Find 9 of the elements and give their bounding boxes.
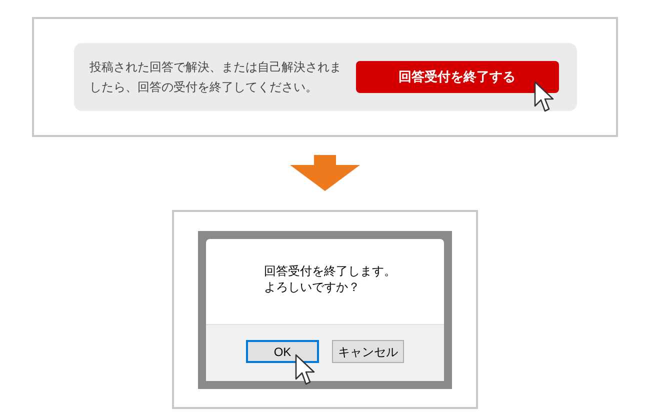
close-answers-button[interactable]: 回答受付を終了する: [356, 61, 558, 93]
dialog-button[interactable]: OK: [246, 340, 319, 363]
dialog-button[interactable]: キャンセル: [332, 340, 404, 363]
dialog-message: 回答受付を終了します。: [264, 262, 397, 278]
down-arrow-icon: [290, 155, 360, 191]
cursor-icon: [295, 354, 317, 386]
cursor-icon: [534, 81, 556, 113]
notice-text: 投稿された回答で解決、または自己解決されましたら、回答の受付を終了してください。: [90, 59, 342, 96]
dialog-message: よろしいですか？: [264, 278, 361, 294]
